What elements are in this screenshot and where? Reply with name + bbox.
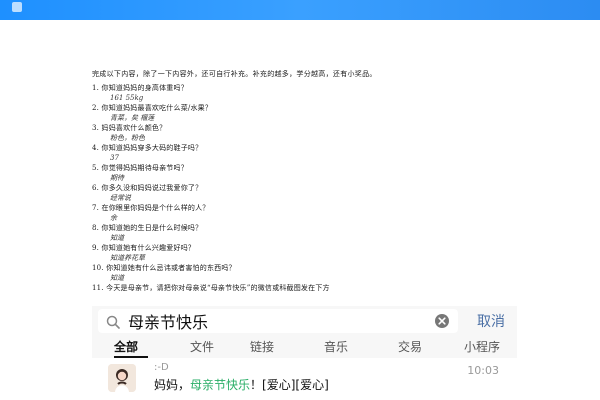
tab-0[interactable]: 全部 [114, 338, 138, 355]
search-bar: 母亲节快乐 取消 [92, 306, 517, 336]
result-time: 10:03 [467, 364, 499, 377]
worksheet-item: 8. 你知道她的生日是什么时候吗？ 知道 [92, 224, 522, 244]
cancel-button[interactable]: 取消 [477, 311, 505, 331]
search-tabs: 全部 文件 链接 音乐 交易 小程序 [92, 336, 517, 358]
screen: 完成以下内容，除了一下内容外，还可自行补充。补充的越多，学分越高，还有小奖品。 … [0, 0, 600, 400]
worksheet-item: 7. 在你眼里你妈妈是个什么样的人？ 余 [92, 204, 522, 224]
clear-icon[interactable] [434, 313, 450, 329]
worksheet-answer: 粉色，粉色 [110, 134, 145, 142]
worksheet-item: 5. 你觉得妈妈期待母亲节吗？ 期待 [92, 164, 522, 184]
worksheet-item: 9. 你知道她有什么兴趣爱好吗？ 知道养花草 [92, 244, 522, 264]
worksheet-question: 9. 你知道她有什么兴趣爱好吗？ [92, 244, 196, 252]
worksheet-question: 10. 你知道她有什么忌讳或者害怕的东西吗？ [92, 264, 236, 272]
worksheet-item: 11. 今天是母亲节，请把你对母亲说“母亲节快乐”的微信或科截图发在下方 [92, 284, 522, 304]
worksheet-question: 5. 你觉得妈妈期待母亲节吗？ [92, 164, 188, 172]
avatar [108, 364, 136, 392]
worksheet-answer: 知道 [110, 234, 124, 242]
worksheet-answer: 知道 [110, 274, 124, 282]
search-query: 母亲节快乐 [128, 313, 209, 332]
worksheet-question: 6. 你多久没和妈妈说过我爱你了？ [92, 184, 203, 192]
tab-5[interactable]: 小程序 [464, 338, 500, 355]
worksheet-answer: 经常说 [110, 194, 131, 202]
worksheet-item: 1. 你知道妈妈的身高体重吗？ 161 55kg [92, 84, 522, 104]
worksheet-question: 2. 你知道妈妈最喜欢吃什么菜/水果？ [92, 104, 213, 112]
worksheet-answer: 余 [110, 214, 117, 222]
worksheet-question: 8. 你知道她的生日是什么时候吗？ [92, 224, 203, 232]
top-bar [0, 0, 600, 20]
worksheet-question: 11. 今天是母亲节，请把你对母亲说“母亲节快乐”的微信或科截图发在下方 [92, 284, 330, 292]
worksheet-answer: 37 [110, 154, 119, 162]
worksheet-answer: 期待 [110, 174, 124, 182]
tab-3[interactable]: 音乐 [324, 338, 348, 355]
worksheet-list: 1. 你知道妈妈的身高体重吗？ 161 55kg 2. 你知道妈妈最喜欢吃什么菜/水… [92, 84, 522, 304]
search-result-item[interactable]: :-D 10:03 妈妈，母亲节快乐！[爱心][爱心] [92, 358, 517, 400]
worksheet-answer: 161 55kg [110, 94, 144, 102]
worksheet-answer: 青菜，矣 榴莲 [110, 114, 155, 122]
message-suffix: ！[爱心][爱心] [250, 378, 329, 392]
result-sender: :-D [154, 362, 169, 373]
search-input[interactable]: 母亲节快乐 [98, 309, 458, 333]
worksheet-item: 4. 你知道妈妈穿多大码的鞋子吗？ 37 [92, 144, 522, 164]
tab-1[interactable]: 文件 [190, 338, 214, 355]
worksheet-item: 10. 你知道她有什么忌讳或者害怕的东西吗？ 知道 [92, 264, 522, 284]
message-highlight: 母亲节快乐 [190, 378, 251, 392]
tab-2[interactable]: 链接 [250, 338, 274, 355]
worksheet-question: 4. 你知道妈妈穿多大码的鞋子吗？ [92, 144, 203, 152]
worksheet-question: 1. 你知道妈妈的身高体重吗？ [92, 84, 188, 92]
worksheet-item: 3. 妈妈喜欢什么颜色？ 粉色，粉色 [92, 124, 522, 144]
worksheet-answer: 知道养花草 [110, 254, 145, 262]
search-icon [106, 314, 120, 329]
message-prefix: 妈妈， [154, 378, 191, 392]
top-bar-marker [12, 2, 22, 12]
worksheet-item: 6. 你多久没和妈妈说过我爱你了？ 经常说 [92, 184, 522, 204]
tab-4[interactable]: 交易 [398, 338, 422, 355]
worksheet-item: 2. 你知道妈妈最喜欢吃什么菜/水果？ 青菜，矣 榴莲 [92, 104, 522, 124]
worksheet-question: 3. 妈妈喜欢什么颜色？ [92, 124, 167, 132]
worksheet-image: 完成以下内容，除了一下内容外，还可自行补充。补充的越多，学分越高，还有小奖品。 … [92, 70, 522, 305]
worksheet-question: 7. 在你眼里你妈妈是个什么样的人？ [92, 204, 210, 212]
result-message: 妈妈，母亲节快乐！[爱心][爱心] [154, 376, 329, 393]
worksheet-intro: 完成以下内容，除了一下内容外，还可自行补充。补充的越多，学分越高，还有小奖品。 [92, 70, 377, 78]
